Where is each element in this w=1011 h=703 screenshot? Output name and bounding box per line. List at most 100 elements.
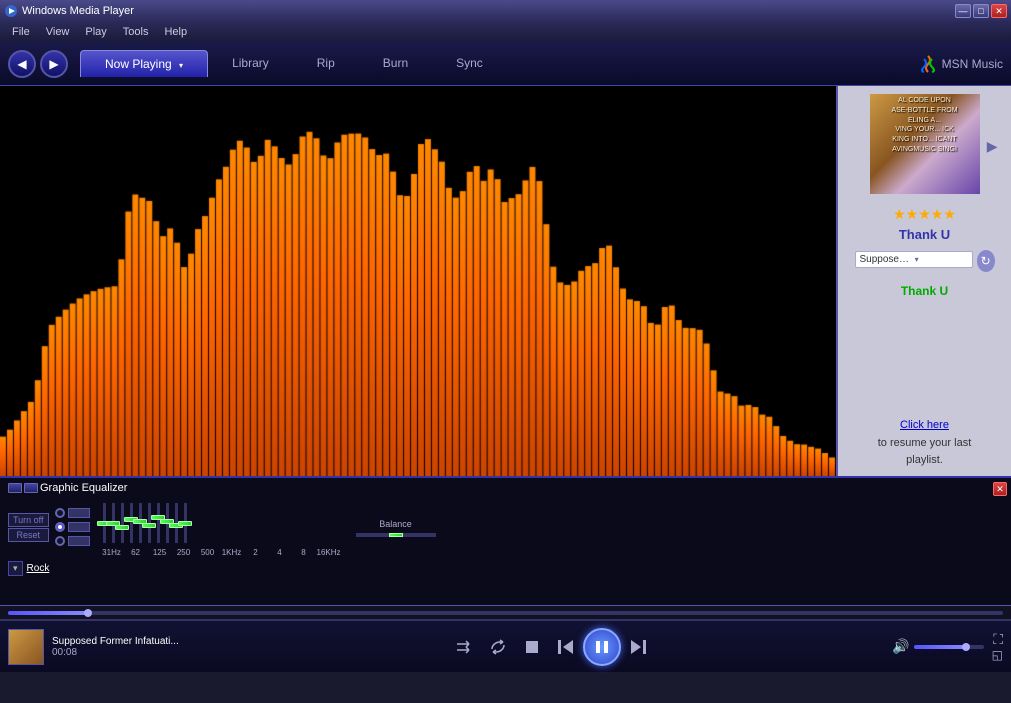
window-controls: ⛶ ◱ <box>992 631 1003 662</box>
minimize-button[interactable]: — <box>955 4 971 18</box>
repeat-transport-button[interactable] <box>483 632 513 662</box>
transport-album-art <box>8 629 44 665</box>
volume-area: 🔊 <box>892 638 983 655</box>
track-title-panel: Thank U <box>899 227 950 242</box>
eq-band-9[interactable] <box>184 498 187 548</box>
album-dropdown[interactable]: Supposed Former Inf... ▾ <box>855 251 973 268</box>
tab-sync[interactable]: Sync <box>432 50 507 77</box>
viz-canvas <box>0 86 836 476</box>
balance-thumb <box>389 533 403 537</box>
right-panel: AL CODE UPONASE-BOTTLE FROMELING A...VIN… <box>836 86 1011 476</box>
app-icon <box>4 4 18 18</box>
fullscreen-button[interactable]: ⛶ <box>993 631 1003 648</box>
eq-close-button[interactable]: ✕ <box>993 482 1007 496</box>
play-pause-button[interactable] <box>583 628 621 666</box>
balance-slider[interactable] <box>356 533 436 537</box>
eq-title: Graphic Equalizer <box>40 482 127 494</box>
radio-dot-1 <box>55 508 65 518</box>
back-button[interactable]: ◀ <box>8 50 36 78</box>
album-overlay-text: AL CODE UPONASE-BOTTLE FROMELING A...VIN… <box>872 96 978 155</box>
album-art-content: AL CODE UPONASE-BOTTLE FROMELING A...VIN… <box>870 94 980 194</box>
miniplayer-button[interactable]: ◱ <box>992 648 1003 662</box>
stop-button[interactable] <box>517 632 547 662</box>
preset-name[interactable]: Rock <box>27 563 50 574</box>
title-bar: Windows Media Player — □ ✕ <box>0 0 1011 22</box>
radio-dot-2 <box>55 522 65 532</box>
transport-time: 00:08 <box>52 647 202 658</box>
seek-track[interactable] <box>8 611 1003 615</box>
msn-label: MSN Music <box>942 57 1003 71</box>
eq-band-5[interactable] <box>148 498 151 548</box>
eq-link-3 <box>68 536 90 546</box>
eq-controls-row: Turn off Reset <box>8 498 1003 557</box>
volume-slider[interactable] <box>914 645 984 649</box>
main-content: AL CODE UPONASE-BOTTLE FROMELING A...VIN… <box>0 86 1011 476</box>
nav-tabs: Now Playing ▾ Library Rip Burn Sync <box>80 50 918 77</box>
prev-button[interactable] <box>551 632 581 662</box>
transport-track-name: Supposed Former Infatuati... <box>52 636 202 647</box>
transport-controls <box>218 628 884 666</box>
seek-progress <box>8 611 88 615</box>
click-here-link[interactable]: Click here <box>900 419 949 431</box>
eq-sliders-area: 31Hz 62 125 250 500 1KHz 2 4 8 16KHz <box>100 498 340 557</box>
eq-toggle-group <box>55 507 90 549</box>
dropdown-arrow-icon: ▾ <box>915 255 968 264</box>
tab-library[interactable]: Library <box>208 50 293 77</box>
eq-radio-1[interactable] <box>55 507 90 519</box>
eq-preset-row: ▾ Rock <box>8 561 1003 576</box>
msn-area[interactable]: MSN Music <box>918 54 1003 74</box>
menu-tools[interactable]: Tools <box>115 22 157 42</box>
eq-max-button[interactable] <box>24 483 38 493</box>
eq-power-group: Turn off Reset <box>8 513 49 543</box>
track-info: Supposed Former Infatuati... 00:08 <box>52 636 202 658</box>
balance-label: Balance <box>379 519 412 529</box>
next-track-button[interactable]: ▶ <box>987 138 998 155</box>
volume-thumb <box>962 643 970 651</box>
balance-area: Balance <box>356 519 436 537</box>
eq-panel: Graphic Equalizer ✕ Turn off Reset <box>0 476 1011 606</box>
visualizer <box>0 86 836 476</box>
eq-min-button[interactable] <box>8 483 22 493</box>
title-bar-text: Windows Media Player <box>22 5 953 17</box>
reset-button[interactable]: Reset <box>8 528 49 542</box>
menu-file[interactable]: File <box>4 22 38 42</box>
tab-rip[interactable]: Rip <box>293 50 359 77</box>
menu-play[interactable]: Play <box>77 22 114 42</box>
album-art: AL CODE UPONASE-BOTTLE FROMELING A...VIN… <box>870 94 980 194</box>
eq-link-1 <box>68 508 90 518</box>
tab-now-playing[interactable]: Now Playing ▾ <box>80 50 208 77</box>
nav-bar: ◀ ▶ Now Playing ▾ Library Rip Burn Sync … <box>0 42 1011 86</box>
maximize-button[interactable]: □ <box>973 4 989 18</box>
radio-dot-3 <box>55 536 65 546</box>
seek-thumb <box>84 609 92 617</box>
star-rating: ★★★★★ <box>893 206 956 223</box>
tab-arrow: ▾ <box>179 61 183 70</box>
eq-band-2[interactable] <box>121 498 124 548</box>
eq-link-2 <box>68 522 90 532</box>
eq-band-1[interactable] <box>112 498 115 548</box>
eq-radio-3[interactable] <box>55 535 90 547</box>
transport-bar: Supposed Former Infatuati... 00:08 <box>0 620 1011 672</box>
turn-off-button[interactable]: Turn off <box>8 513 49 527</box>
volume-icon[interactable]: 🔊 <box>892 638 909 655</box>
menu-help[interactable]: Help <box>156 22 195 42</box>
shuffle-button[interactable] <box>449 632 479 662</box>
tab-burn[interactable]: Burn <box>359 50 432 77</box>
eq-titlebar: Graphic Equalizer ✕ <box>8 482 1003 494</box>
msn-logo <box>918 54 938 74</box>
volume-progress <box>914 645 967 649</box>
album-track-row: Supposed Former Inf... ▾ ↻ <box>855 250 995 272</box>
eq-labels: 31Hz 62 125 250 500 1KHz 2 4 8 16KHz <box>100 548 340 557</box>
repeat-button[interactable]: ↻ <box>977 250 995 272</box>
track-name-panel: Thank U <box>901 284 948 298</box>
seek-bar-area[interactable] <box>0 606 1011 620</box>
close-button[interactable]: ✕ <box>991 4 1007 18</box>
eq-sliders-row <box>100 498 340 548</box>
forward-button[interactable]: ▶ <box>40 50 68 78</box>
preset-dropdown-button[interactable]: ▾ <box>8 561 23 576</box>
eq-radio-2[interactable] <box>55 521 90 533</box>
menu-view[interactable]: View <box>38 22 78 42</box>
resume-text: to resume your lastplaylist. <box>878 435 972 468</box>
next-button[interactable] <box>623 632 653 662</box>
menu-bar: File View Play Tools Help <box>0 22 1011 42</box>
